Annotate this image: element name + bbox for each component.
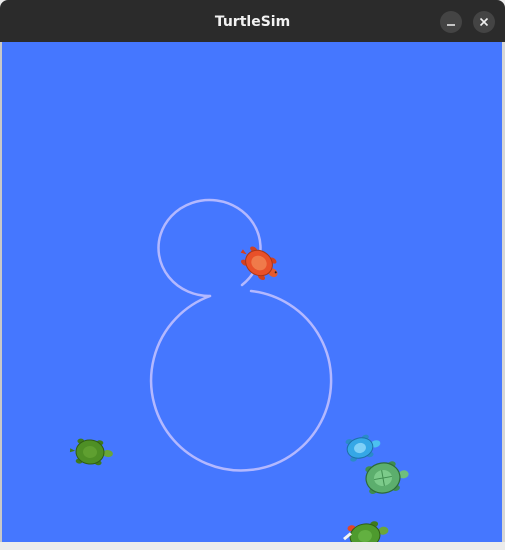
turtle-bottom[interactable]	[341, 519, 391, 542]
turtle-olive[interactable]	[69, 438, 114, 467]
turtle-drawing	[69, 198, 412, 542]
minimize-button[interactable]	[440, 11, 462, 33]
turtle-canvas[interactable]	[2, 42, 502, 542]
pen-trail-large-loop	[149, 289, 333, 472]
window-edge-bottom	[0, 542, 505, 550]
window-title: TurtleSim	[214, 14, 291, 30]
turtle-blue[interactable]	[344, 431, 383, 462]
turtlesim-window: TurtleSim	[0, 0, 505, 550]
close-icon	[479, 17, 489, 27]
title-bar[interactable]: TurtleSim	[0, 0, 505, 42]
close-button[interactable]	[473, 11, 495, 33]
pen-trail-small-loop	[157, 198, 262, 298]
turtle-green[interactable]	[364, 459, 412, 496]
minimize-icon	[447, 24, 455, 26]
